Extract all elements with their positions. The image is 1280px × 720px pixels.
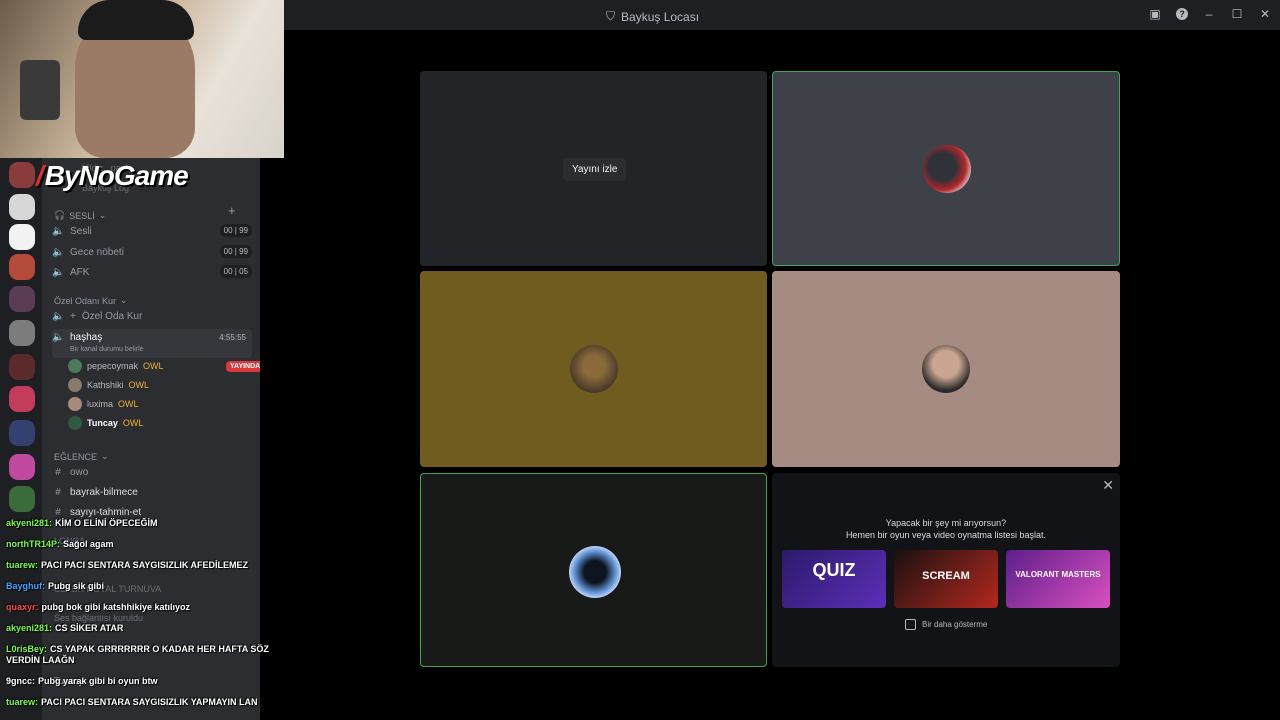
server-icon-10[interactable] [9,454,35,480]
plus-icon: + [70,310,76,322]
server-icon-8[interactable] [9,386,35,412]
maximize-icon[interactable]: ☐ [1230,7,1244,21]
dont-show-again-checkbox[interactable]: Bir daha gösterme [905,619,987,630]
logo-mark-icon: / [36,160,44,191]
watch-stream-button[interactable]: Yayını izle [563,158,627,181]
server-icon-1[interactable] [9,162,35,188]
participant-avatar [922,345,970,393]
close-icon[interactable]: ✕ [1258,7,1272,21]
inbox-icon[interactable]: ▣ [1148,7,1162,21]
category-sesli[interactable]: 🎧 SESLİ ⌄ [54,210,106,221]
headphones-icon: 🎧 [54,210,66,220]
activity-card-scream[interactable]: SCREAM [894,550,998,608]
chat-message: tuarew: PACI PACI SENTARA SAYGISIZLIK AFE… [6,560,249,570]
chat-message: northTR14P: Sağol agam [6,539,114,549]
activity-suggestion-panel: ✕ Yapacak bir şey mi arıyorsun? Hemen bi… [772,473,1120,667]
participant-tile-self[interactable] [420,473,767,667]
user-limit-badge: 00 | 99 [219,224,252,237]
speaker-icon: 🔈 [52,225,65,237]
category-eglence[interactable]: EĞLENCE ⌄ [54,451,109,462]
avatar [68,359,82,373]
live-badge: YAYINDA [226,360,260,372]
voice-channel-gece[interactable]: 🔈 Gece nöbeti 00 | 99 [52,243,252,261]
participant-tile[interactable] [772,271,1120,467]
speaker-icon: 🔈 [52,266,65,278]
window-controls: ▣ ? – ☐ ✕ [1148,7,1272,21]
server-icon-11[interactable] [9,486,35,512]
user-limit-badge: 00 | 99 [219,245,252,258]
speaker-icon: 🔈 [52,246,65,258]
window-title: ⛉ Baykuş Locası [606,9,700,24]
hash-icon: # [55,506,61,518]
voice-channel-sesli[interactable]: 🔈 Sesli 00 | 99 [52,222,252,240]
chevron-down-icon: ⌄ [120,295,128,305]
server-icon: ⛉ [606,9,616,23]
user-limit-badge: 00 | 05 [219,265,252,278]
voice-channel-afk[interactable]: 🔈 AFK 00 | 05 [52,263,252,281]
participant-tile[interactable] [420,271,767,467]
avatar [68,397,82,411]
webcam-hair [78,0,194,40]
stream-chat-overlay: akyeni281: KİM O ELİNİ ÖPECEĞİM northTR14… [0,518,280,718]
chat-message: tuarew: PACI PACI SENTARA SAYGISIZLIK YAP… [6,697,258,707]
add-channel-icon[interactable]: + [228,203,236,218]
server-icon-3[interactable] [9,224,35,250]
server-icon-5[interactable] [9,286,35,312]
participant-avatar [923,145,971,193]
avatar [68,416,82,430]
stream-tile[interactable]: Yayını izle [420,71,767,266]
text-channel-bayrak[interactable]: # bayrak-bilmece [52,483,252,501]
voice-member[interactable]: luxima OWL [68,395,139,413]
minimize-icon[interactable]: – [1202,7,1216,21]
server-icon-9[interactable] [9,420,35,446]
text-channel-owo[interactable]: # owo [52,463,252,481]
activity-card-valorant[interactable]: VALORANT MASTERS [1006,550,1110,608]
chat-message: L0risBey: CS YAPAK GRRRRRRR O KADAR HER H… [6,644,269,665]
chat-message: quaxyr: pubg bok gibi katshhikiye katılıy… [6,602,191,612]
voice-channel-active[interactable]: 🔈 haşhaş 4:55:55 Bir kanal durumu belirl… [52,329,252,358]
channel-status[interactable]: Bir kanal durumu belirle [70,346,144,353]
participant-avatar [570,345,618,393]
category-ozel[interactable]: Özel Odanı Kur ⌄ [54,295,128,306]
server-icon-6[interactable] [9,320,35,346]
chat-message: akyeni281: KİM O ELİNİ ÖPECEĞİM [6,518,158,528]
call-timer: 4:55:55 [219,333,246,342]
participant-tile-speaking[interactable] [772,71,1120,266]
activity-card-quiz[interactable]: QUIZ [782,550,886,608]
webcam-overlay [0,0,284,158]
voice-member[interactable]: pepecoymak OWL YAYINDA [68,357,260,375]
hash-icon: # [55,486,61,498]
chat-message: Bayghuf: Pubg sik gibi [6,581,105,591]
checkbox-icon[interactable] [905,619,916,630]
stream-logo: /ByNoGame [36,160,189,191]
speaker-icon: 🔈 [52,310,65,322]
title-bar: ⛉ Baykuş Locası ▣ ? – ☐ ✕ [284,0,1280,30]
owl-avatar [569,546,621,598]
chat-message: akyeni281: CS SİKER ATAR [6,623,124,633]
server-icon-7[interactable] [9,354,35,380]
hash-icon: # [55,466,61,478]
chevron-down-icon: ⌄ [98,210,107,220]
server-icon-4[interactable] [9,254,35,280]
chat-message: 9gncc: Pubg yarak gibi bi oyun btw [6,676,158,686]
speaker-icon: 🔈 [52,332,65,343]
voice-channel-ozel[interactable]: 🔈 + Özel Oda Kur [52,307,252,325]
avatar [68,378,82,392]
close-icon[interactable]: ✕ [1102,477,1114,494]
webcam-microphone [20,60,60,120]
chevron-down-icon: ⌄ [101,451,109,461]
voice-member[interactable]: Tuncay OWL [68,414,143,432]
help-icon[interactable]: ? [1176,8,1188,20]
voice-member[interactable]: Kathshiki OWL [68,376,149,394]
server-icon-2[interactable] [9,194,35,220]
